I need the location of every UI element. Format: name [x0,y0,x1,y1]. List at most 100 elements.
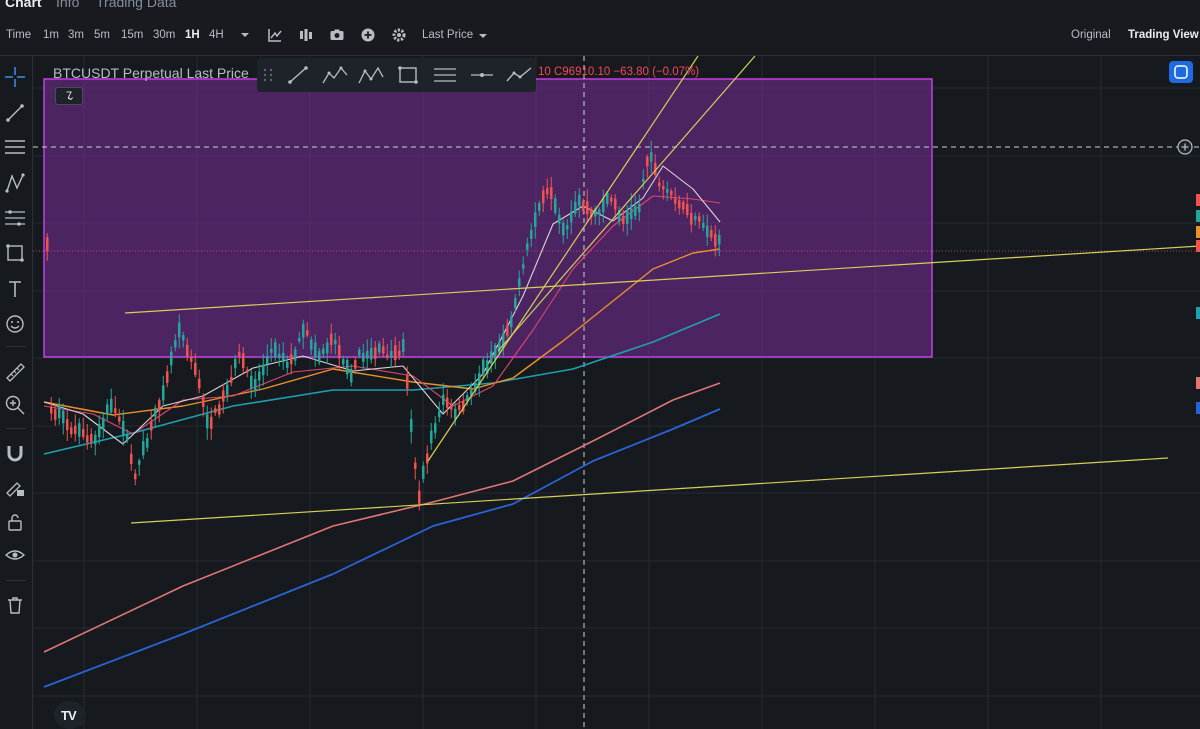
candle-body [406,375,409,389]
elliott-wave-icon[interactable] [322,65,348,85]
candle-body [666,189,669,193]
price-scale-marker [1196,226,1200,238]
ruler-icon[interactable] [4,361,26,383]
chevron-down-icon[interactable] [237,27,253,43]
horizontal-lines-icon[interactable] [4,136,26,158]
candle-body [238,352,241,357]
candle-body [602,198,605,213]
price-scale-marker [1196,194,1200,206]
candle-body [410,419,413,432]
candle-body [482,359,485,375]
candle-body [282,352,285,363]
horizontal-ray-icon[interactable] [470,65,494,85]
eye-icon[interactable] [4,544,26,566]
candle-body [442,394,445,405]
price-type-chevron-icon[interactable] [475,28,491,44]
candle-body [298,338,301,342]
candle-body [86,435,89,443]
drag-handle-icon[interactable] [261,65,275,85]
candle-body [46,237,49,252]
text-icon[interactable] [4,278,26,300]
fib-retracement-icon[interactable] [4,207,26,229]
candle-body [214,408,217,413]
candle-body [574,201,577,214]
chart-canvas[interactable] [33,56,1200,729]
fib-levels-icon[interactable] [433,65,457,85]
lock-icon[interactable] [4,511,26,533]
interval-15m[interactable]: 15m [121,29,143,41]
candle-body [638,204,641,213]
rectangle-icon[interactable] [397,65,419,85]
trend-line-icon[interactable] [4,102,26,124]
candle-body [158,400,161,412]
candle-body [210,416,213,429]
zoom-in-icon[interactable] [4,394,26,416]
candle-body [458,404,461,410]
candle-body [170,351,173,366]
fullscreen-button[interactable] [1169,61,1193,83]
candle-body [658,182,661,187]
candle-body [422,465,425,479]
candle-body [630,204,633,220]
view-tradingview-button[interactable]: Trading View [1128,29,1199,41]
time-label[interactable]: Time [6,29,31,41]
candle-body [66,419,69,430]
candle-body [634,206,637,217]
candle-body [302,323,305,338]
tradingview-logo[interactable]: TV [54,701,86,729]
candle-body [710,229,713,238]
price-scale-marker [1196,210,1200,222]
view-original-button[interactable]: Original [1071,29,1111,41]
candle-body [94,434,97,445]
add-icon[interactable] [360,27,376,43]
price-chart[interactable] [33,56,1200,729]
tab-info[interactable]: Info [56,0,79,10]
compare-icon[interactable] [298,27,314,43]
trend-line-icon[interactable] [287,65,309,85]
magnet-icon[interactable] [4,442,26,464]
candle-body [698,216,701,222]
indicators-icon[interactable] [267,27,283,43]
settings-icon[interactable] [391,27,407,43]
candle-body [150,420,153,431]
candle-body [338,344,341,359]
interval-3m[interactable]: 3m [68,29,84,41]
pitchfork-icon[interactable] [4,172,26,194]
crosshair-icon[interactable] [4,66,26,88]
interval-5m[interactable]: 5m [94,29,110,41]
candle-body [670,191,673,196]
candle-body [490,351,493,364]
drawing-tools-sidebar [0,56,33,729]
abcd-pattern-icon[interactable] [358,65,384,85]
candle-body [110,398,113,413]
interval-30m[interactable]: 30m [153,29,175,41]
price-type-select[interactable]: Last Price [422,29,473,41]
lock-drawing-icon[interactable] [4,476,26,498]
interval-1m[interactable]: 1m [43,29,59,41]
tab-chart[interactable]: Chart [5,0,42,10]
emoji-icon[interactable] [4,313,26,335]
indicators-collapse-button[interactable]: ⌄ 7 [55,87,83,105]
candle-body [626,210,629,224]
drawn-rectangle-zone[interactable] [43,78,933,358]
candle-body [530,229,533,239]
trash-icon[interactable] [4,594,26,616]
candle-body [378,343,381,353]
path-icon[interactable] [506,65,532,85]
candle-body [122,420,125,435]
interval-1h[interactable]: 1H [185,29,200,41]
tab-trading-data[interactable]: Trading Data [96,0,176,10]
candle-body [322,348,325,355]
drawing-toolbar-floating [257,58,536,92]
candle-body [306,330,309,336]
candle-body [326,342,329,354]
candle-body [694,216,697,220]
candle-body [526,243,529,250]
camera-icon[interactable] [329,27,345,43]
indicator-count: 7 [66,90,73,102]
interval-4h[interactable]: 4H [209,29,224,41]
candle-body [390,350,393,358]
rectangle-icon[interactable] [4,242,26,264]
candle-body [294,349,297,361]
candle-body [430,430,433,444]
